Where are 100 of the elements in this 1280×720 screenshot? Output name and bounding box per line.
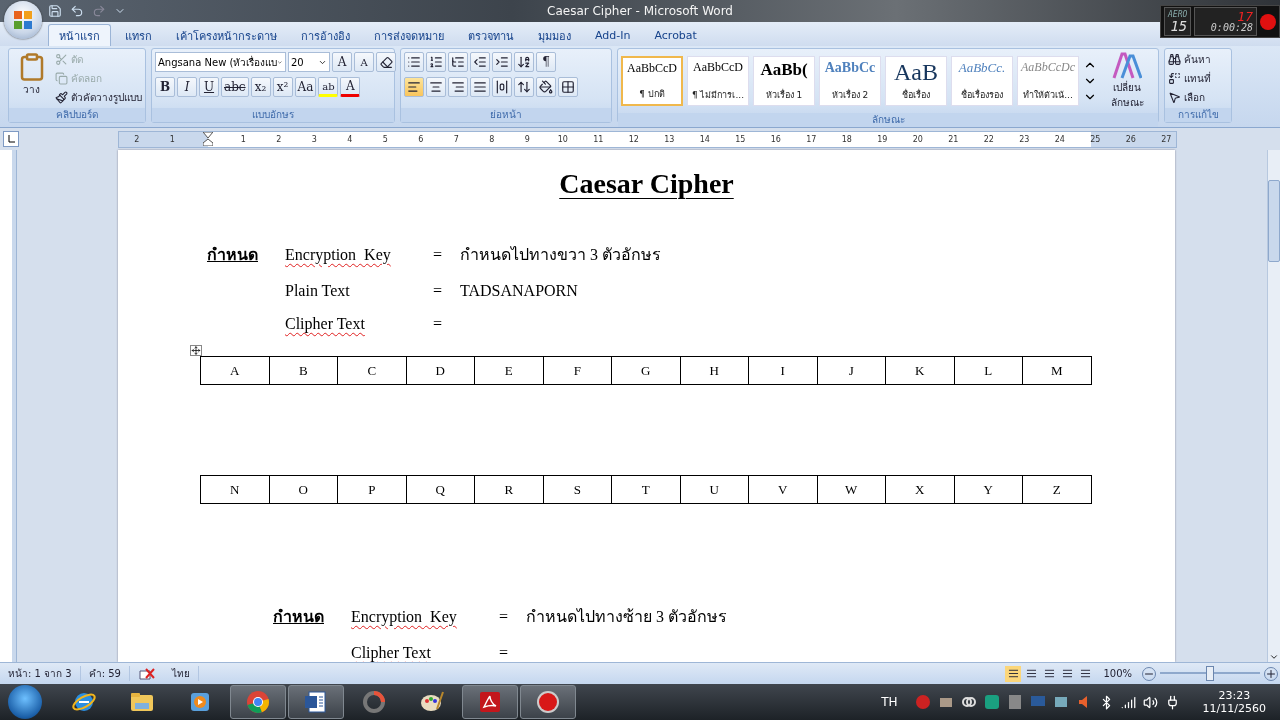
- scissors-icon: [55, 53, 68, 66]
- ribbon-tab[interactable]: ตรวจทาน: [458, 25, 524, 46]
- style-tile[interactable]: AaBb( หัวเรื่อง 1: [753, 56, 815, 106]
- sort-button[interactable]: [514, 52, 534, 72]
- copy-icon: [55, 72, 68, 85]
- clock-time[interactable]: 23:23: [1218, 689, 1251, 702]
- style-tile[interactable]: AaBbCcD ¶ ปกติ: [621, 56, 683, 106]
- strikethrough-button[interactable]: abc: [221, 77, 249, 97]
- tray-app-icon[interactable]: [983, 694, 1000, 710]
- bullets-button[interactable]: [404, 52, 424, 72]
- subscript-button[interactable]: x₂: [250, 77, 271, 97]
- group-label: แบบอักษร: [152, 108, 394, 122]
- clear-format-button[interactable]: [376, 52, 396, 72]
- ribbon-tab[interactable]: การส่งจดหมาย: [364, 25, 454, 46]
- taskbar-button[interactable]: [230, 685, 286, 719]
- scrollbar-thumb[interactable]: [1268, 180, 1280, 262]
- style-tile[interactable]: AaB ชื่อเรื่อง: [885, 56, 947, 106]
- pdf-icon[interactable]: [477, 689, 503, 715]
- ribbon-tab[interactable]: การอ้างอิง: [291, 25, 360, 46]
- show-marks-button[interactable]: ¶: [536, 52, 556, 72]
- table-cell: E: [475, 357, 544, 385]
- superscript-button[interactable]: x²: [272, 77, 293, 97]
- shading-button[interactable]: [536, 77, 556, 97]
- record-icon[interactable]: [535, 689, 561, 715]
- table-cell: A: [201, 357, 270, 385]
- zoom-level[interactable]: 100%: [1103, 668, 1132, 679]
- volume-icon[interactable]: [1142, 694, 1158, 710]
- window-title: Caesar Cipher - Microsoft Word: [547, 4, 733, 18]
- numbering-button[interactable]: [426, 52, 446, 72]
- spinner-icon[interactable]: [361, 689, 387, 715]
- signal-icon[interactable]: [1120, 694, 1136, 710]
- highlight-button[interactable]: ab: [318, 77, 339, 97]
- browser-icon[interactable]: [245, 689, 271, 715]
- editing-command[interactable]: ค้นหา: [1168, 52, 1211, 67]
- taskbar-button[interactable]: [288, 685, 344, 719]
- clock-date[interactable]: 11/11/2560: [1202, 702, 1266, 715]
- tray-app-icon[interactable]: [1052, 694, 1069, 710]
- font-size-field[interactable]: 20: [288, 52, 330, 72]
- table-cell: Q: [406, 476, 475, 504]
- underline-button[interactable]: U: [199, 77, 219, 97]
- increase-indent-button[interactable]: [492, 52, 512, 72]
- align-button[interactable]: [448, 77, 468, 97]
- office-button[interactable]: [4, 1, 42, 39]
- bold-button[interactable]: B: [155, 77, 175, 97]
- ribbon-tab[interactable]: แทรก: [115, 25, 162, 46]
- font-color-button[interactable]: A: [340, 77, 361, 97]
- clipboard-command[interactable]: ตัวคัดวางรูปแบบ: [55, 90, 142, 105]
- undo-icon[interactable]: [70, 4, 84, 18]
- line-spacing-button[interactable]: [514, 77, 534, 97]
- table-cell: S: [543, 476, 612, 504]
- grow-font-button[interactable]: A: [332, 52, 352, 72]
- ruler-number: 15: [734, 134, 747, 144]
- tray-app-icon[interactable]: [960, 694, 977, 710]
- change-styles-button[interactable]: เปลี่ยน ลักษณะ: [1101, 52, 1153, 110]
- style-tile[interactable]: AaBbCcD ¶ ไม่มีการเ...: [687, 56, 749, 106]
- page-lines-icon: [1061, 668, 1073, 679]
- font-name-field[interactable]: Angsana New (หัวเรื่องแบ: [155, 52, 286, 72]
- editing-command[interactable]: แทนที่: [1168, 71, 1211, 86]
- indent-marker[interactable]: [202, 132, 213, 146]
- ruler-number: 1: [168, 134, 176, 144]
- proofing-icon[interactable]: [137, 666, 156, 681]
- multilevel-list-button[interactable]: [448, 52, 468, 72]
- ribbon-tab[interactable]: Add-In: [585, 25, 641, 46]
- align-button[interactable]: [470, 77, 490, 97]
- ribbon-tab[interactable]: Acrobat: [644, 25, 707, 46]
- start-button[interactable]: [8, 685, 42, 719]
- paste-button[interactable]: วาง: [12, 52, 51, 105]
- table-cell: F: [543, 357, 612, 385]
- vertical-scrollbar[interactable]: [1267, 150, 1280, 662]
- taskbar-button[interactable]: [462, 685, 518, 719]
- decrease-indent-button[interactable]: [470, 52, 490, 72]
- italic-button[interactable]: I: [177, 77, 197, 97]
- tab-selector[interactable]: [3, 131, 19, 147]
- style-tile[interactable]: AaBbCc. ชื่อเรื่องรอง: [951, 56, 1013, 106]
- align-button[interactable]: [492, 77, 512, 97]
- input-language[interactable]: TH: [881, 695, 898, 709]
- taskbar-button[interactable]: [520, 685, 576, 719]
- ribbon-tab[interactable]: หน้าแรก: [48, 24, 111, 46]
- save-icon[interactable]: [48, 4, 62, 18]
- field-value: กำหนดไปทางขวา 3 ตัวอักษร: [460, 245, 661, 265]
- bullet-list-icon: [407, 55, 421, 69]
- align-button[interactable]: [404, 77, 424, 97]
- view-button[interactable]: [1005, 665, 1022, 682]
- borders-button[interactable]: [558, 77, 578, 97]
- style-tile[interactable]: AaBbCc หัวเรื่อง 2: [819, 56, 881, 106]
- ribbon-tab[interactable]: เค้าโครงหน้ากระดาษ: [166, 25, 287, 46]
- table-move-handle-icon[interactable]: [190, 345, 202, 356]
- page-lines-icon: [1079, 668, 1091, 679]
- style-tile[interactable]: AaBbCcDc ทำให้ตัวเน้...: [1017, 56, 1079, 106]
- shrink-font-button[interactable]: A: [354, 52, 374, 72]
- ribbon-tab[interactable]: มุมมอง: [528, 25, 581, 46]
- scroll-down-icon[interactable]: [1269, 652, 1279, 662]
- language-indicator[interactable]: ไทย: [163, 666, 199, 681]
- document-icon[interactable]: [303, 689, 329, 715]
- align-button[interactable]: [426, 77, 446, 97]
- table-cell: J: [817, 357, 886, 385]
- editing-command[interactable]: เลือก: [1168, 90, 1211, 105]
- field-value: กำหนดไปทางซ้าย 3 ตัวอักษร: [526, 607, 727, 627]
- change-case-button[interactable]: Aa: [294, 77, 317, 97]
- record-icon[interactable]: [1260, 13, 1276, 30]
